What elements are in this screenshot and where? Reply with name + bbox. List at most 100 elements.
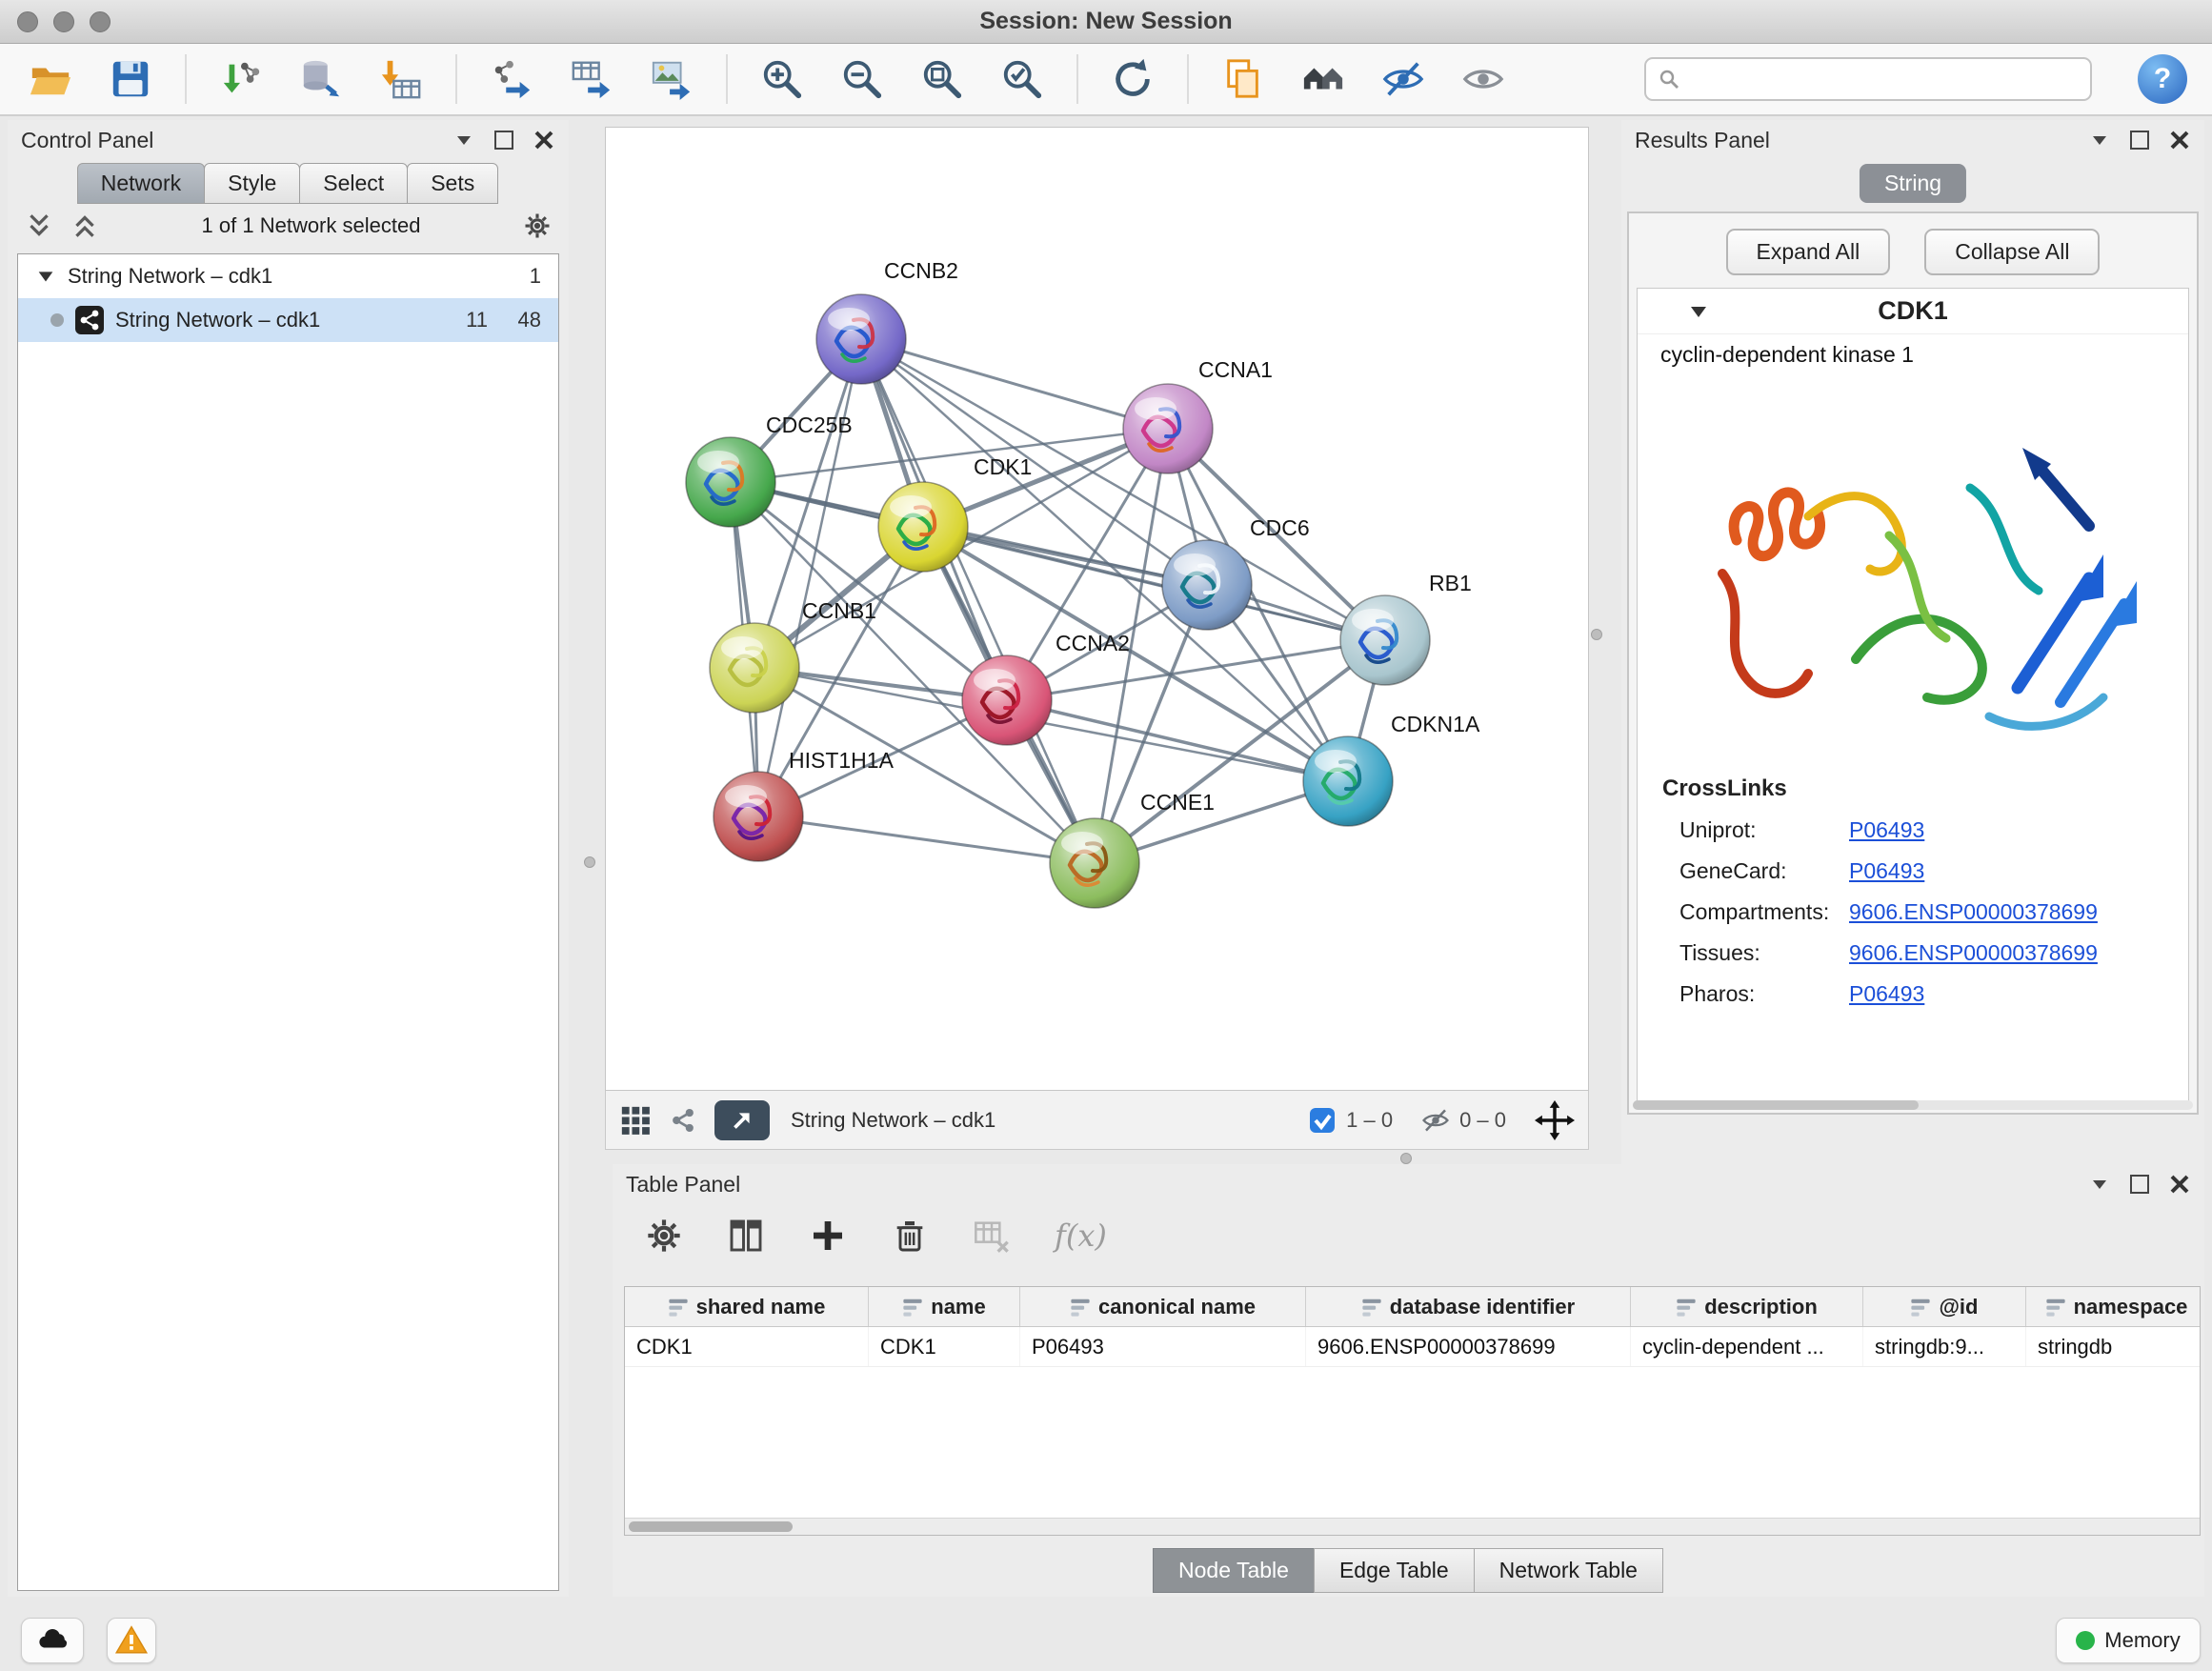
section-collapse-caret-icon[interactable]	[1687, 300, 1710, 323]
network-edge-CCNB2-HIST1H1A[interactable]	[758, 339, 861, 816]
network-edge-CCNB2-CCNA1[interactable]	[861, 339, 1168, 429]
panel-menu-caret-icon[interactable]	[2088, 1173, 2111, 1196]
column-attribute-icon	[1070, 1297, 1091, 1318]
save-session-button[interactable]	[105, 53, 156, 105]
network-node-CDC6[interactable]	[1162, 540, 1252, 630]
add-column-plus-icon[interactable]	[809, 1217, 847, 1255]
column-header-name[interactable]: name	[869, 1287, 1020, 1326]
tab-node-table[interactable]: Node Table	[1153, 1548, 1315, 1593]
panel-float-button[interactable]	[494, 131, 513, 150]
export-image-button[interactable]	[646, 53, 697, 105]
network-share-icon[interactable]	[667, 1104, 699, 1137]
panel-menu-caret-icon[interactable]	[2088, 129, 2111, 151]
show-columns-icon[interactable]	[727, 1217, 765, 1255]
zoom-in-button[interactable]	[756, 53, 808, 105]
warnings-button[interactable]	[107, 1618, 156, 1663]
tab-select[interactable]: Select	[299, 163, 408, 204]
network-node-RB1[interactable]	[1340, 595, 1430, 685]
window-close-button[interactable]	[17, 11, 38, 32]
column-header-description[interactable]: description	[1631, 1287, 1863, 1326]
search-input[interactable]	[1688, 67, 2079, 91]
panel-float-button[interactable]	[2130, 131, 2149, 150]
tab-network[interactable]: Network	[77, 163, 205, 204]
import-network-database-button[interactable]	[295, 53, 347, 105]
export-network-button[interactable]	[486, 53, 537, 105]
pan-crosshair-icon[interactable]	[1535, 1100, 1575, 1140]
hide-selected-button[interactable]	[1377, 53, 1429, 105]
splitter-grip-bottom[interactable]	[1400, 1153, 1412, 1164]
network-edge-CCNB2-CCNE1[interactable]	[861, 339, 1095, 863]
birds-eye-grid-icon[interactable]	[619, 1104, 652, 1137]
column-header-shared-name[interactable]: shared name	[625, 1287, 869, 1326]
crosslink-link[interactable]: P06493	[1849, 981, 1924, 1007]
network-node-CDC25B[interactable]	[686, 437, 775, 527]
home-button[interactable]	[1297, 53, 1349, 105]
tab-network-table[interactable]: Network Table	[1474, 1548, 1663, 1593]
table-options-gear-icon[interactable]	[645, 1217, 683, 1255]
import-network-file-button[interactable]	[215, 53, 267, 105]
network-row[interactable]: String Network – cdk1 11 48	[18, 298, 558, 342]
expand-all-chevrons-icon[interactable]	[70, 211, 99, 240]
crosslink-link[interactable]: P06493	[1849, 858, 1924, 884]
window-zoom-button[interactable]	[90, 11, 111, 32]
collapse-all-button[interactable]: Collapse All	[1924, 229, 2100, 275]
table-hscrollbar-thumb[interactable]	[629, 1521, 793, 1532]
column-header--id[interactable]: @id	[1863, 1287, 2026, 1326]
memory-button[interactable]: Memory	[2056, 1618, 2201, 1663]
selected-checkbox-icon[interactable]	[1308, 1106, 1337, 1135]
panel-menu-caret-icon[interactable]	[452, 129, 475, 151]
network-node-HIST1H1A[interactable]	[714, 772, 803, 861]
splitter-grip-left[interactable]	[584, 856, 595, 868]
network-node-CCNB1[interactable]	[710, 623, 799, 713]
tree-expand-caret-icon[interactable]	[35, 266, 56, 287]
tab-style[interactable]: Style	[204, 163, 300, 204]
delete-trash-icon[interactable]	[891, 1217, 929, 1255]
crosslink-link[interactable]: 9606.ENSP00000378699	[1849, 940, 2098, 966]
network-node-CDK1[interactable]	[878, 482, 968, 572]
network-collection-row[interactable]: String Network – cdk1 1	[18, 254, 558, 298]
column-header-namespace[interactable]: namespace	[2026, 1287, 2201, 1326]
panel-float-button[interactable]	[2130, 1175, 2149, 1194]
network-node-CCNE1[interactable]	[1050, 818, 1139, 908]
apply-layout-button[interactable]	[1107, 53, 1158, 105]
table-row[interactable]: CDK1CDK1P064939606.ENSP00000378699cyclin…	[625, 1327, 2200, 1367]
network-edge-HIST1H1A-CCNE1[interactable]	[758, 816, 1095, 863]
panel-close-button[interactable]	[533, 129, 555, 151]
expand-all-button[interactable]: Expand All	[1726, 229, 1891, 275]
help-button[interactable]: ?	[2138, 54, 2187, 104]
results-panel: Results Panel String Expand All Collapse…	[1621, 120, 2204, 1166]
open-folder-icon	[29, 57, 72, 101]
network-node-CCNB2[interactable]	[816, 294, 906, 384]
splitter-grip-right[interactable]	[1591, 629, 1602, 640]
panel-close-button[interactable]	[2168, 129, 2191, 151]
tab-sets[interactable]: Sets	[407, 163, 498, 204]
network-node-CCNA1[interactable]	[1123, 384, 1213, 473]
network-node-CCNA2[interactable]	[962, 655, 1052, 745]
panel-close-button[interactable]	[2168, 1173, 2191, 1196]
open-session-button[interactable]	[25, 53, 76, 105]
network-edge-CDK1-RB1[interactable]	[923, 527, 1385, 640]
network-node-CDKN1A[interactable]	[1303, 736, 1393, 826]
crosslink-link[interactable]: 9606.ENSP00000378699	[1849, 899, 2098, 925]
export-table-button[interactable]	[566, 53, 617, 105]
tab-edge-table[interactable]: Edge Table	[1314, 1548, 1475, 1593]
tab-string[interactable]: String	[1860, 164, 1966, 203]
column-header-database-identifier[interactable]: database identifier	[1306, 1287, 1631, 1326]
column-header-canonical-name[interactable]: canonical name	[1020, 1287, 1306, 1326]
options-gear-icon[interactable]	[523, 211, 552, 240]
window-minimize-button[interactable]	[53, 11, 74, 32]
results-scrollbar-thumb[interactable]	[1633, 1100, 1919, 1110]
hidden-eye-slash-icon[interactable]	[1421, 1106, 1450, 1135]
crosslink-link[interactable]: P06493	[1849, 817, 1924, 843]
collapse-all-chevrons-icon[interactable]	[25, 211, 53, 240]
network-canvas[interactable]: CCNB2CCNA1CDC25BCDK1CDC6RB1CCNB1CCNA2CDK…	[605, 127, 1589, 1091]
cloud-status-button[interactable]	[21, 1618, 84, 1663]
node-count: 11	[446, 308, 488, 332]
zoom-fit-button[interactable]	[916, 53, 968, 105]
open-in-browser-button[interactable]	[714, 1100, 770, 1140]
zoom-out-button[interactable]	[836, 53, 888, 105]
network-snapshot-button[interactable]	[1217, 53, 1269, 105]
import-table-file-button[interactable]	[375, 53, 427, 105]
show-all-button[interactable]	[1458, 53, 1509, 105]
zoom-selected-button[interactable]	[996, 53, 1048, 105]
